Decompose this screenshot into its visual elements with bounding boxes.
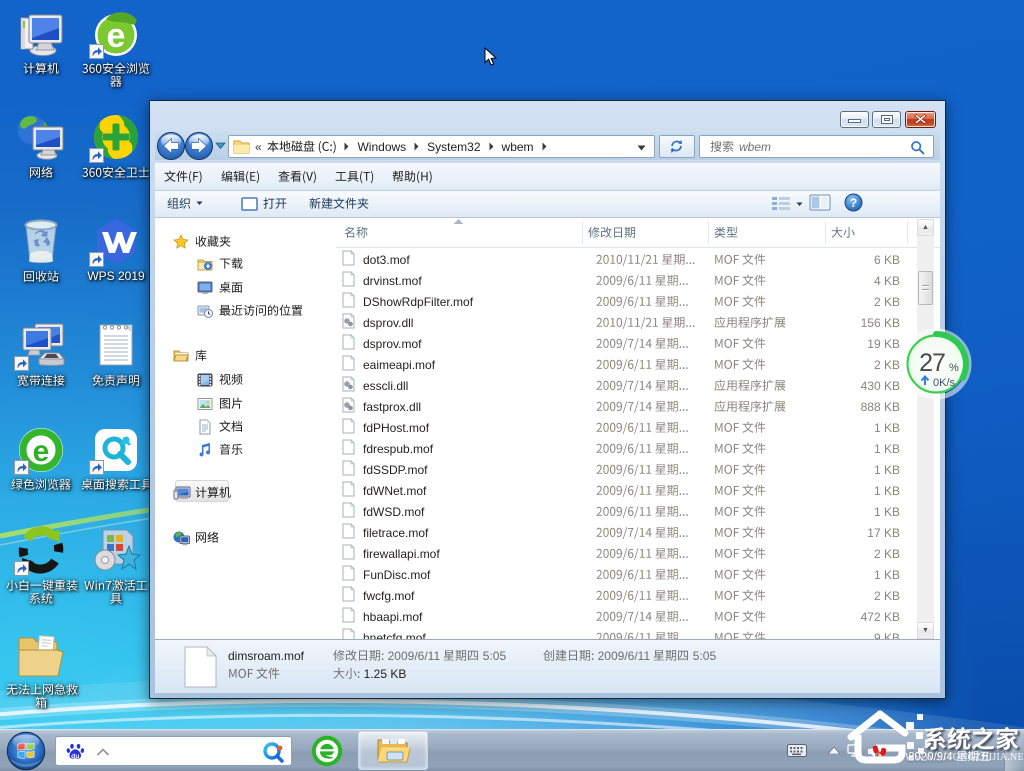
svg-text:0K/s: 0K/s — [933, 377, 956, 389]
svg-text:%: % — [949, 362, 959, 374]
svg-text:e: e — [107, 17, 126, 55]
svg-text:du: du — [71, 753, 79, 760]
svg-text:27: 27 — [919, 349, 945, 377]
svg-text:e: e — [33, 435, 50, 468]
svg-text:?: ? — [850, 196, 857, 210]
